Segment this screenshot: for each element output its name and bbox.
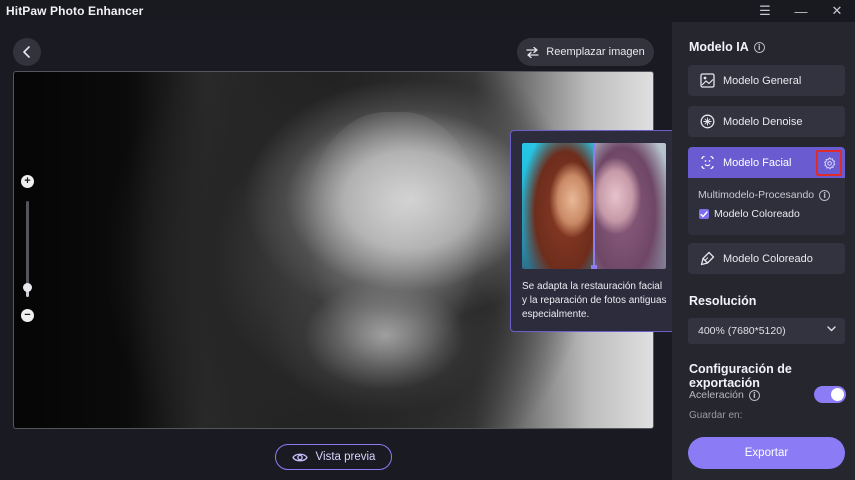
replace-image-button[interactable]: Reemplazar imagen [517, 38, 654, 66]
chevron-left-icon [23, 46, 30, 58]
zoom-out-button[interactable]: − [21, 309, 34, 322]
export-button[interactable]: Exportar [688, 437, 845, 469]
multimodel-label: Multimodelo-Procesando [698, 189, 815, 201]
replace-image-label: Reemplazar imagen [546, 46, 645, 58]
save-location-label: Guardar en: [689, 410, 743, 418]
brush-icon [700, 251, 715, 266]
title-bar: HitPaw Photo Enhancer ☰ — ✕ [0, 0, 855, 22]
zoom-in-button[interactable]: + [21, 175, 34, 188]
before-after-image [522, 143, 666, 269]
close-icon[interactable]: ✕ [819, 0, 855, 22]
compare-handle [591, 265, 597, 269]
preview-button[interactable]: Vista previa [275, 444, 392, 470]
eye-icon [291, 453, 308, 461]
acceleration-toggle[interactable] [814, 386, 846, 403]
info-icon[interactable]: i [753, 41, 765, 53]
acceleration-row: Aceleración i [689, 389, 760, 401]
settings-panel: Modelo IA i Modelo General Modelo Denois… [672, 22, 855, 480]
denoise-icon [700, 114, 715, 129]
tooltip-description: Se adapta la restauración facial y la re… [522, 281, 667, 320]
model-colorize-card[interactable]: Modelo Coloreado [688, 243, 845, 274]
chevron-down-icon [827, 326, 836, 332]
colorize-checkbox[interactable] [699, 209, 709, 219]
model-denoise-label: Modelo Denoise [723, 115, 803, 128]
swap-icon [526, 46, 539, 58]
before-image [522, 143, 594, 269]
window-controls: ☰ — ✕ [747, 0, 855, 22]
info-icon[interactable]: i [748, 389, 760, 401]
resolution-select[interactable]: 400% (7680*5120) [688, 318, 845, 344]
zoom-slider[interactable] [23, 201, 32, 297]
ai-model-title: Modelo IA [689, 40, 749, 54]
model-general-label: Modelo General [723, 74, 802, 87]
model-denoise-card[interactable]: Modelo Denoise [688, 106, 845, 137]
after-image [594, 143, 666, 269]
acceleration-label: Aceleración [689, 389, 744, 401]
face-icon [701, 155, 714, 170]
menu-icon[interactable]: ☰ [747, 0, 783, 22]
info-icon[interactable]: i [819, 189, 831, 201]
model-facial-card[interactable]: Modelo Facial Multimodelo-Procesando i M… [688, 147, 845, 235]
model-facial-header[interactable]: Modelo Facial [688, 147, 845, 178]
colorize-checkbox-row[interactable]: Modelo Coloreado [699, 208, 800, 220]
preview-label: Vista previa [315, 451, 376, 463]
check-icon [700, 210, 708, 217]
app-title: HitPaw Photo Enhancer [6, 4, 144, 18]
resolution-value: 400% (7680*5120) [698, 325, 786, 337]
portrait-face [304, 112, 484, 372]
image-icon [700, 73, 715, 88]
facial-settings-button[interactable] [816, 150, 842, 176]
model-general-card[interactable]: Modelo General [688, 65, 845, 96]
ai-model-heading: Modelo IA i [689, 40, 765, 54]
zoom-slider-handle[interactable] [23, 282, 32, 292]
gear-icon [823, 156, 835, 169]
facial-model-tooltip: Se adapta la restauración facial y la re… [510, 130, 678, 332]
model-facial-label: Modelo Facial [723, 156, 792, 169]
minimize-icon[interactable]: — [783, 0, 819, 22]
resolution-heading: Resolución [689, 294, 757, 308]
colorize-checkbox-label: Modelo Coloreado [714, 208, 800, 220]
toggle-knob [831, 388, 844, 401]
back-button[interactable] [13, 38, 41, 66]
compare-divider [593, 143, 595, 269]
model-colorize-label: Modelo Coloreado [723, 252, 813, 265]
multimodel-label-row: Multimodelo-Procesando i [698, 189, 831, 201]
